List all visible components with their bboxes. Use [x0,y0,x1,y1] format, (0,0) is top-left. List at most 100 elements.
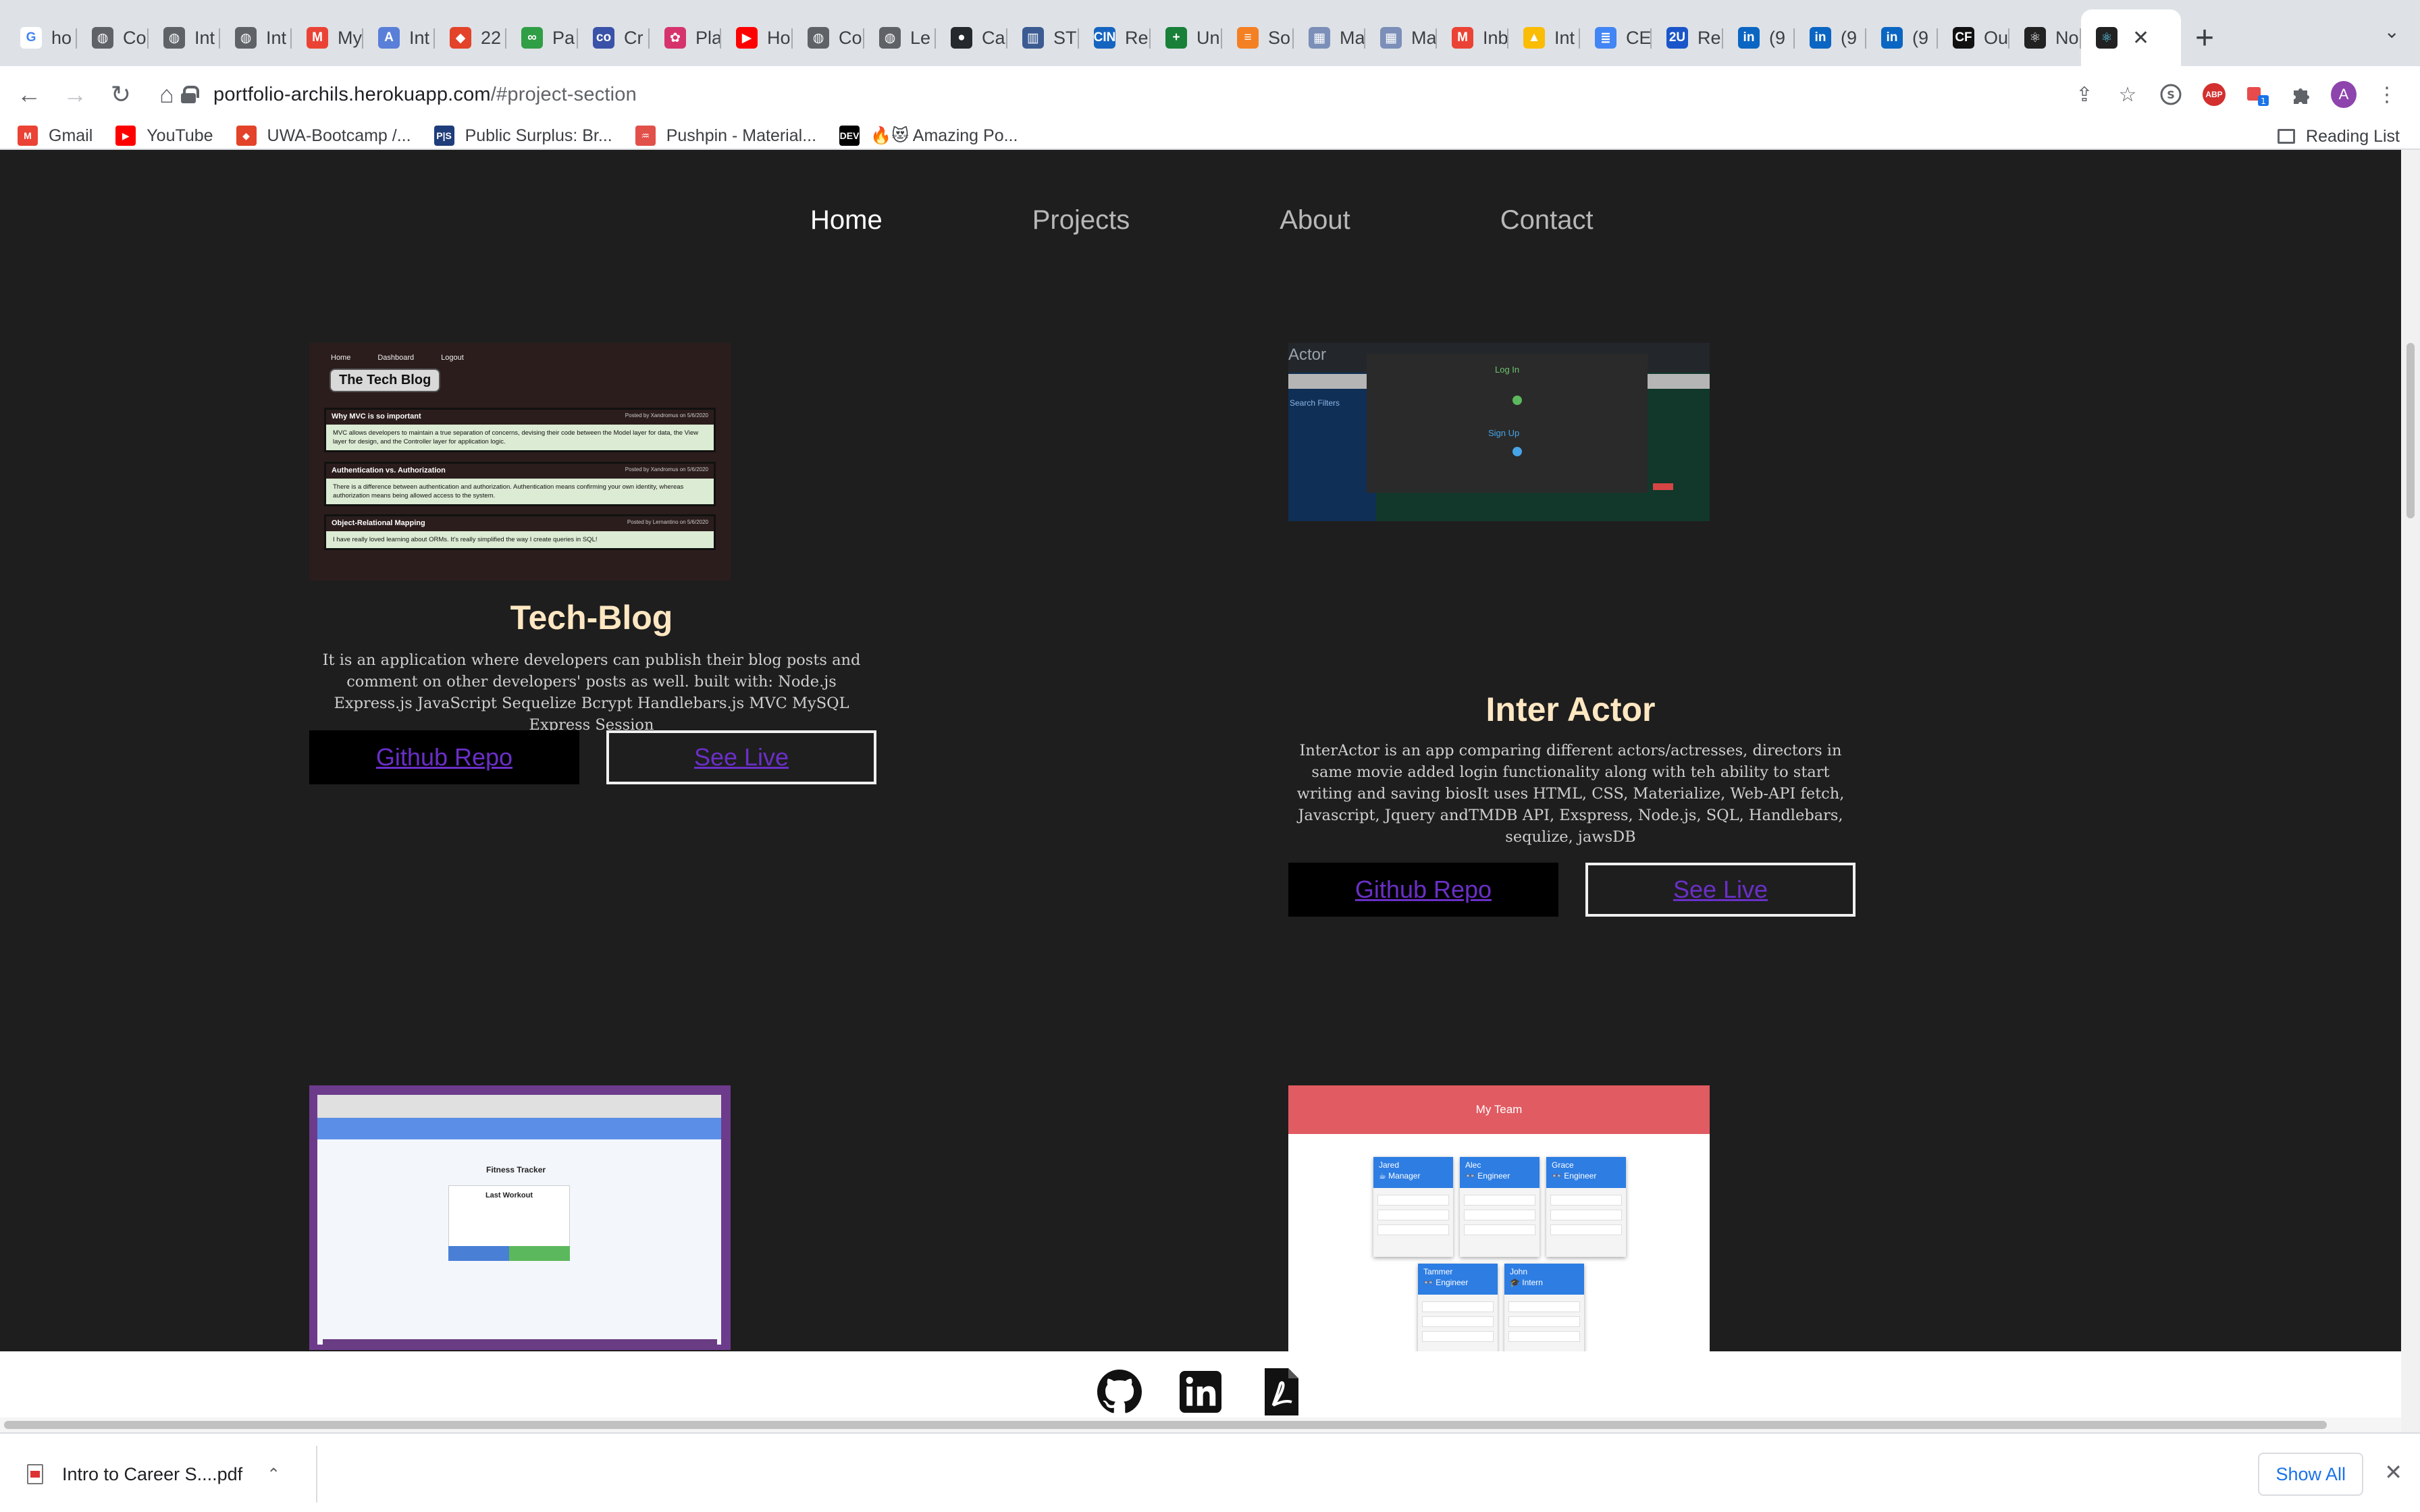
url-text[interactable]: portfolio-archils.herokuapp.com/#project… [213,84,637,106]
cin-icon: CIN [1094,27,1115,49]
mt-member-role: ☕ Manager [1379,1171,1421,1181]
inter-actor-github-repo-button[interactable]: Github Repo [1288,863,1558,917]
bookmark-label: YouTube [147,126,213,145]
bookmark-item[interactable]: ◆ UWA-Bootcamp /... [236,126,411,146]
browser-tab[interactable]: co Cr [578,9,650,66]
browser-tab-title: Re [1698,27,1721,48]
browser-tab[interactable]: 2U Re [1652,9,1723,66]
forward-button[interactable]: → [58,78,92,111]
vertical-scrollbar[interactable] [2401,150,2420,1432]
bookmark-star-icon[interactable]: ☆ [2115,82,2140,107]
browser-tab[interactable]: + Un [1151,9,1222,66]
ia-login-heading: Log In [1495,364,1520,375]
browser-tab-title: Int [266,27,287,48]
reload-button[interactable]: ↻ [104,78,138,111]
address-bar[interactable]: portfolio-archils.herokuapp.com/#project… [181,66,2112,123]
back-button[interactable]: ← [12,78,46,111]
bookmark-item[interactable]: DEV 🔥😻 Amazing Po... [839,126,1018,146]
avatar-letter: A [2331,81,2357,108]
browser-tab[interactable]: ◍ Co [793,9,864,66]
browser-tab[interactable]: M Inb [1437,9,1508,66]
bookmark-item[interactable]: P|S Public Surplus: Br... [433,126,612,146]
bookmark-label: Public Surplus: Br... [465,126,612,145]
tech-blog-screenshot: Home Dashboard Logout The Tech Blog Why … [309,343,731,580]
nav-home-link[interactable]: Home [810,205,883,236]
home-button[interactable]: ⌂ [150,78,184,111]
adblock-plus-icon[interactable]: ABP [2201,82,2227,107]
browser-tab[interactable]: ▦ Ma [1365,9,1437,66]
tb-post-meta: Posted by Xandromus on 5/6/2020 [625,412,708,418]
browser-tab[interactable]: ≡ So [1222,9,1294,66]
browser-tab-title: Co [839,27,862,48]
share-icon[interactable]: ⇪ [2072,82,2097,107]
browser-tab[interactable]: ▥ ST [1007,9,1079,66]
mt-member-name: Alec [1465,1160,1481,1170]
browser-tab[interactable]: M My [292,9,363,66]
browser-tab-title: ST [1053,27,1077,48]
browser-tab[interactable]: in (9 [1866,9,1938,66]
browser-tab[interactable]: ◍ Le [864,9,936,66]
download-item[interactable]: Intro to Career S....pdf ⌃ [27,1446,317,1503]
browser-tab[interactable]: in (9 [1795,9,1866,66]
extension-badge-icon[interactable]: 1 [2244,82,2270,107]
browser-tab[interactable]: ◍ Co [77,9,149,66]
download-chevron-icon[interactable]: ⌃ [267,1465,280,1484]
tb-post-body: MVC allows developers to maintain a true… [333,429,699,446]
show-all-button[interactable]: Show All [2258,1453,2363,1496]
browser-tab[interactable]: Gho [5,9,77,66]
globe-icon: ◍ [808,27,829,49]
browser-tab[interactable]: ◆ 22 [435,9,506,66]
tab-search-chevron-icon[interactable]: ⌄ [2384,20,2400,43]
browser-tab[interactable]: ▲ Int [1508,9,1580,66]
lock-icon[interactable] [181,86,199,103]
close-shelf-icon[interactable]: ✕ [2384,1459,2402,1485]
bookmark-item[interactable]: ♒ Pushpin - Material... [635,126,816,146]
browser-tab[interactable]: ≣ CE [1580,9,1652,66]
browser-tab[interactable]: ⚛ No [2009,9,2081,66]
reading-list-button[interactable]: Reading List [2278,123,2400,150]
extensions-puzzle-icon[interactable] [2288,82,2313,107]
tech-blog-github-repo-button[interactable]: Github Repo [309,730,579,784]
horizontal-scrollbar-thumb[interactable] [4,1421,2327,1429]
horizontal-scrollbar[interactable] [0,1418,2401,1432]
nav-about-link[interactable]: About [1280,205,1350,236]
bookmark-item[interactable]: M Gmail [18,126,93,146]
browser-tab-title: Int [1554,27,1575,48]
pdf-icon[interactable] [1258,1368,1305,1415]
browser-tab[interactable]: ▦ Ma [1294,9,1365,66]
reading-list-icon [2278,129,2296,144]
browser-tab[interactable]: ◍ Int [220,9,292,66]
browser-tab-title: (9 [1841,27,1858,48]
ft-card-title: Last Workout [485,1191,533,1199]
browser-toolbar: ← → ↻ ⌂ portfolio-archils.herokuapp.com/… [0,66,2420,123]
skype-extension-icon[interactable]: S [2158,82,2184,107]
ia-signup-dot [1512,447,1522,456]
portfolio-page: Home Projects About Contact Home Dashboa… [0,150,2401,1351]
browser-tab[interactable]: ▶ Ho [721,9,793,66]
browser-tab[interactable]: ∞ Pa [506,9,578,66]
browser-tab[interactable]: CIN Re [1079,9,1151,66]
browser-tab[interactable]: A Int [363,9,435,66]
browser-tab[interactable]: ◍ Int [149,9,220,66]
profile-avatar[interactable]: A [2331,81,2357,108]
browser-tab[interactable]: ✿ Pla [650,9,721,66]
tech-blog-description: It is an application where developers ca… [322,651,861,734]
nav-projects-link[interactable]: Projects [1032,205,1130,236]
active-browser-tab[interactable]: ⚛ ✕ [2081,9,2181,66]
github-icon[interactable] [1096,1368,1143,1415]
bookmark-item[interactable]: ▶ YouTube [115,126,213,146]
nav-contact-link[interactable]: Contact [1500,205,1594,236]
close-tab-icon[interactable]: ✕ [2132,26,2149,50]
new-tab-button[interactable]: + [2181,9,2228,66]
inter-actor-title: Inter Actor [1485,691,1656,728]
linkedin-icon[interactable] [1177,1368,1224,1415]
inter-actor-see-live-button[interactable]: See Live [1585,863,1856,917]
vertical-scrollbar-thumb[interactable] [2406,343,2415,518]
tech-blog-see-live-button[interactable]: See Live [606,730,876,784]
browser-tab-title: Un [1196,27,1220,48]
browser-tab[interactable]: CF Ou [1938,9,2009,66]
browser-tab[interactable]: ● Ca [936,9,1007,66]
browser-tab[interactable]: in (9 [1723,9,1795,66]
bookmark-label: 🔥😻 Amazing Po... [870,126,1018,145]
chrome-menu-icon[interactable]: ⋮ [2374,82,2400,107]
